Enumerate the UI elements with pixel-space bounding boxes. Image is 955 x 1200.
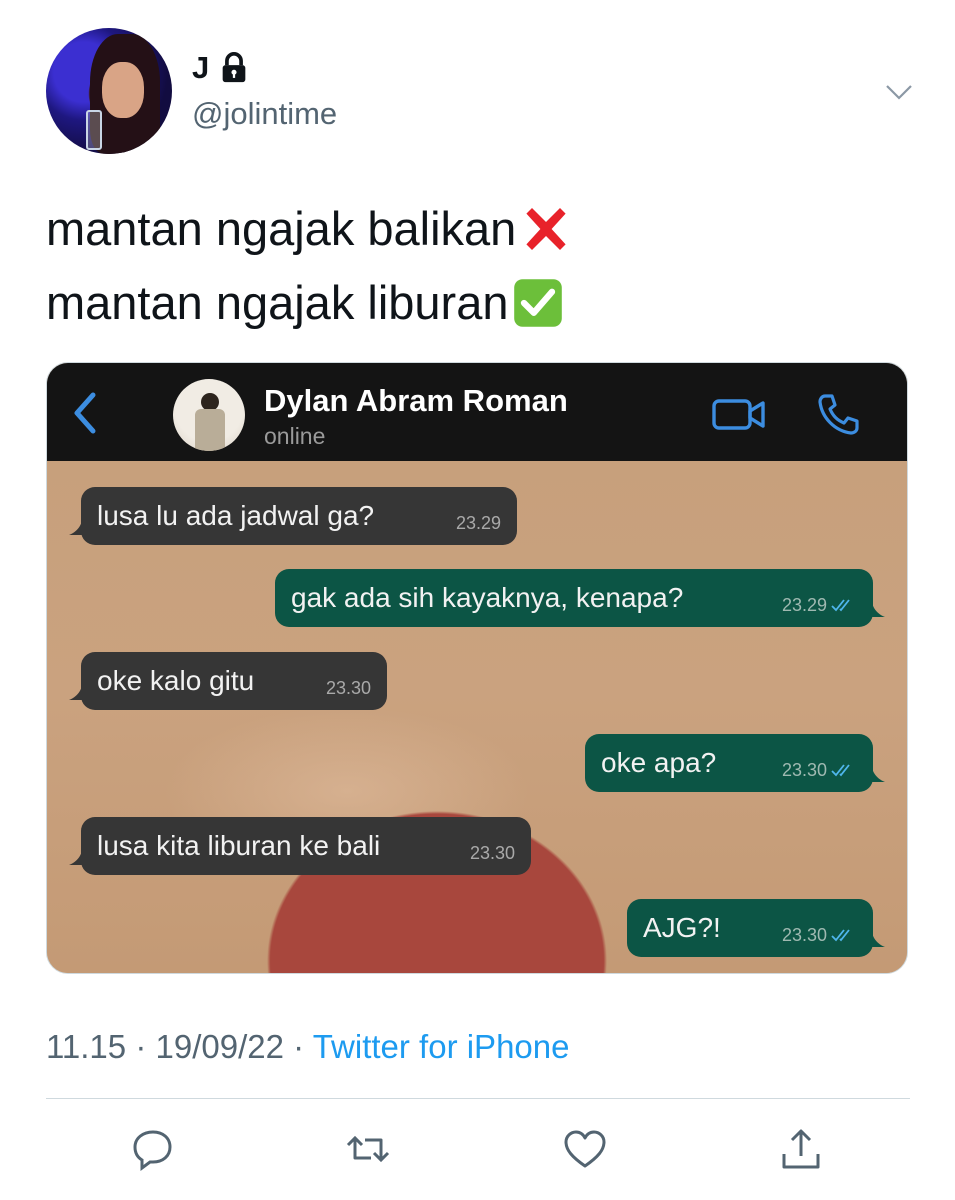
message-bubble[interactable]: lusa kita liburan ke bali 23.30 — [69, 817, 531, 875]
tweet-actions — [0, 1120, 955, 1180]
tweet-text: mantan ngajak balikan mantan ngajak libu… — [46, 192, 574, 340]
contact-name[interactable]: Dylan Abram Roman — [264, 383, 568, 419]
message-time-wrap: 23.30 — [782, 911, 857, 946]
chevron-down-icon[interactable] — [884, 82, 914, 102]
message-time: 23.29 — [781, 594, 827, 615]
lock-icon — [222, 52, 246, 83]
message-bubble[interactable]: AJG?! 23.30 — [627, 899, 885, 957]
cross-mark-emoji-icon — [526, 208, 566, 250]
message-time: 23.30 — [781, 924, 827, 945]
share-icon[interactable] — [778, 1126, 824, 1172]
message-bubble[interactable]: lusa lu ada jadwal ga? 23.29 — [69, 487, 517, 545]
contact-avatar[interactable] — [173, 379, 245, 451]
tweet-line-text: mantan ngajak liburan — [46, 276, 509, 329]
tweet-meta: 11.15 · 19/09/22 · Twitter for iPhone — [46, 1028, 569, 1066]
message-time-wrap: 23.29 — [782, 581, 857, 616]
chat-header: Dylan Abram Roman online — [47, 363, 907, 461]
message-time: 23.30 — [781, 759, 827, 780]
phone-call-icon[interactable] — [815, 391, 861, 437]
contact-status: online — [264, 423, 326, 449]
media-image[interactable]: Dylan Abram Roman online lusa lu ada jad… — [46, 362, 908, 974]
retweet-icon[interactable] — [345, 1126, 391, 1172]
tweet-line-text: mantan ngajak balikan — [46, 202, 517, 255]
tweet-header: J @jolintime — [46, 28, 916, 158]
message-time: 23.30 — [325, 677, 371, 698]
message-text: lusa kita liburan ke bali — [97, 830, 381, 861]
tweet-line: mantan ngajak balikan — [46, 192, 574, 266]
video-call-icon[interactable] — [711, 395, 767, 433]
tweet-line: mantan ngajak liburan — [46, 266, 574, 340]
tweet-source-link[interactable]: Twitter for iPhone — [313, 1028, 570, 1065]
message-bubble[interactable]: oke apa? 23.30 — [585, 734, 885, 792]
meta-separator: · — [293, 1028, 305, 1065]
message-bubble[interactable]: gak ada sih kayaknya, kenapa? 23.29 — [275, 569, 885, 627]
message-bubble[interactable]: oke kalo gitu 23.30 — [69, 652, 387, 710]
message-text: gak ada sih kayaknya, kenapa? — [291, 582, 684, 613]
read-ticks-icon — [831, 764, 850, 777]
read-ticks-icon — [831, 599, 850, 612]
message-text: oke apa? — [601, 747, 717, 778]
message-text: oke kalo gitu — [97, 665, 255, 696]
read-ticks-icon — [831, 929, 850, 942]
like-icon[interactable] — [562, 1126, 608, 1172]
check-mark-emoji-icon — [514, 279, 563, 327]
tweet-time[interactable]: 11.15 — [46, 1028, 126, 1065]
message-time-wrap: 23.30 — [782, 746, 857, 781]
reply-icon[interactable] — [130, 1126, 176, 1172]
meta-separator: · — [135, 1028, 147, 1065]
display-name[interactable]: J — [192, 50, 209, 86]
user-avatar[interactable] — [46, 28, 172, 154]
divider — [46, 1098, 910, 1099]
message-time: 23.30 — [469, 842, 515, 863]
tweet-date[interactable]: 19/09/22 — [155, 1028, 283, 1065]
message-text: AJG?! — [643, 912, 721, 943]
back-arrow-icon[interactable] — [69, 389, 101, 437]
message-text: lusa lu ada jadwal ga? — [97, 500, 375, 531]
user-handle[interactable]: @jolintime — [192, 96, 337, 132]
message-time: 23.29 — [455, 512, 501, 533]
name-row: J — [192, 50, 251, 86]
